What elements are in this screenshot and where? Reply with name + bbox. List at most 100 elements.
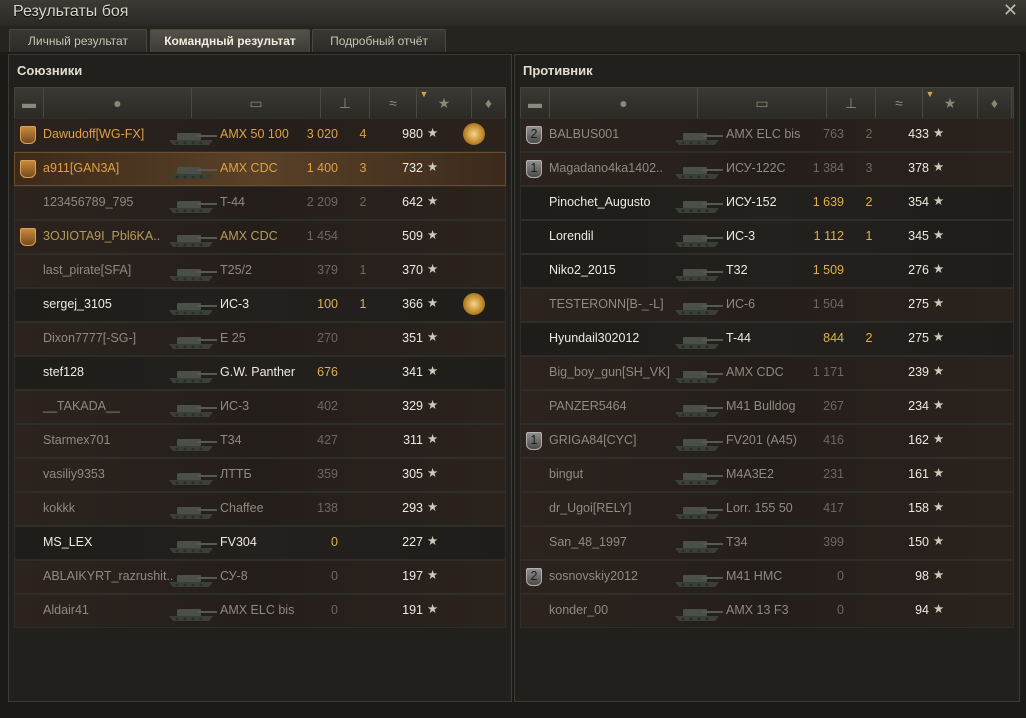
table-row[interactable]: ABLAIKYRT_razrushit.. СУ-8 0 197 ★ [14,560,506,594]
table-row[interactable]: PANZER5464 M41 Bulldog 267 234 ★ [520,390,1014,424]
xp-value: 329 [402,399,423,413]
table-row[interactable]: 1 Magadano4ka1402.. ИСУ-122С 1 384 3 378 ★ [520,152,1014,186]
table-row[interactable]: kokkk Chaffee 138 293 ★ [14,492,506,526]
table-row[interactable]: bingut M4A3E2 231 161 ★ [520,458,1014,492]
star-icon: ★ [427,228,439,242]
tank-icon [163,292,219,318]
table-row[interactable]: stef128 G.W. Panther 676 341 ★ [14,356,506,390]
table-row[interactable]: Hyundail302012 T-44 844 2 275 ★ [520,322,1014,356]
star-icon: ★ [427,296,439,310]
medal-header-icon[interactable]: ♦ [978,88,1011,118]
table-row[interactable]: Big_boy_gun[SH_VK] AMX CDC 1 171 239 ★ [520,356,1014,390]
xp-value: 509 [402,229,423,243]
table-row[interactable]: 2 BALBUS001 AMX ELC bis 763 2 433 ★ [520,118,1014,152]
medal-icon[interactable] [463,123,485,145]
star-icon: ★ [933,568,945,582]
tank-icon [163,564,219,590]
player-name: Starmex701 [43,433,111,447]
xp-value: 732 [402,161,423,175]
tank-name: ИС-3 [220,297,250,311]
table-row[interactable]: Dixon7777[-SG-] E 25 270 351 ★ [14,322,506,356]
table-row[interactable]: konder_00 AMX 13 F3 0 94 ★ [520,594,1014,628]
enemies-panel: Противник ▬ ● ▭ ⊥ ≈ ★ ♦ ▼ 2 BALBUS001 AMX ELC bis… [514,54,1020,702]
tab-detailed-report[interactable]: Подробный отчёт [312,29,446,52]
table-row[interactable]: 1 GRIGA84[CYC] FV201 (A45) 416 162 ★ [520,424,1014,458]
tank-name: ИСУ-122С [726,161,786,175]
table-row[interactable]: Dawudoff[WG-FX] AMX 50 100 3 020 4 980 ★ [14,118,506,152]
medal-header-icon[interactable]: ♦ [472,88,505,118]
table-row[interactable]: MS_LEX FV304 0 227 ★ [14,526,506,560]
table-row[interactable]: Starmex701 T34 427 311 ★ [14,424,506,458]
star-icon: ★ [427,432,439,446]
tank-icon [669,258,725,284]
table-row[interactable]: Aldair41 AMX ELC bis 0 191 ★ [14,594,506,628]
platoon-header-icon[interactable]: ▬ [15,88,43,118]
xp-value: 234 [908,399,929,413]
tab-personal-result[interactable]: Личный результат [9,29,147,52]
tank-name: T34 [726,535,748,549]
damage-value: 417 [823,501,844,515]
xp-value: 354 [908,195,929,209]
platoon-icon: 2 [526,568,542,586]
tab-team-result[interactable]: Командный результат [150,29,310,52]
star-icon: ★ [933,466,945,480]
star-icon: ★ [933,500,945,514]
kills-value: 2 [359,195,367,209]
star-icon: ★ [933,398,945,412]
kills-value: 2 [865,127,873,141]
player-name: Dixon7777[-SG-] [43,331,137,345]
tank-name: AMX ELC bis [220,603,295,617]
player-name: 3OJIOTA9I_Pbl6KA.. [43,229,161,243]
damage-value: 0 [837,603,844,617]
tank-icon [669,360,725,386]
damage-value: 3 020 [306,127,338,141]
table-row[interactable]: 123456789_795 T-44 2 209 2 642 ★ [14,186,506,220]
table-row[interactable]: dr_Ugoi[RELY] Lorr. 155 50 417 158 ★ [520,492,1014,526]
player-name: MS_LEX [43,535,93,549]
kills-header-icon[interactable]: ≈ [876,88,922,118]
table-row[interactable]: last_pirate[SFA] T25/2 379 1 370 ★ [14,254,506,288]
star-icon: ★ [427,262,439,276]
table-row[interactable]: TESTERONN[B-_-L] ИС-6 1 504 275 ★ [520,288,1014,322]
xp-value: 370 [402,263,423,277]
damage-header-icon[interactable]: ⊥ [827,88,875,118]
star-icon: ★ [427,602,439,616]
damage-header-icon[interactable]: ⊥ [321,88,369,118]
damage-value: 138 [317,501,338,515]
table-row[interactable]: __TAKADA__ ИС-3 402 329 ★ [14,390,506,424]
table-row[interactable]: Lorendil ИС-3 1 112 1 345 ★ [520,220,1014,254]
tank-name: ИС-6 [726,297,756,311]
table-row[interactable]: San_48_1997 T34 399 150 ★ [520,526,1014,560]
player-name: Lorendil [549,229,594,243]
player-name: Dawudoff[WG-FX] [43,127,145,141]
xp-value: 275 [908,297,929,311]
tank-name: T25/2 [220,263,252,277]
table-row[interactable]: Niko2_2015 T32 1 509 276 ★ [520,254,1014,288]
tank-icon [163,326,219,352]
tank-name: T-44 [726,331,752,345]
damage-value: 0 [331,569,338,583]
tank-name: FV304 [220,535,257,549]
kills-value: 2 [865,195,873,209]
player-name: GRIGA84[CYC] [549,433,637,447]
damage-value: 1 639 [812,195,844,209]
kills-header-icon[interactable]: ≈ [370,88,416,118]
player-header-icon[interactable]: ● [44,88,191,118]
player-name: a911[GAN3A] [43,161,120,175]
tank-header-icon[interactable]: ▭ [698,88,826,118]
tank-header-icon[interactable]: ▭ [192,88,320,118]
table-row[interactable]: Pinochet_Augusto ИСУ-152 1 639 2 354 ★ [520,186,1014,220]
table-row[interactable]: sergej_3105 ИС-3 100 1 366 ★ [14,288,506,322]
close-icon[interactable]: ✕ [1003,0,1018,21]
table-row[interactable]: a911[GAN3A] AMX CDC 1 400 3 732 ★ [14,152,506,186]
medal-icon[interactable] [463,293,485,315]
table-row[interactable]: 2 sosnovskiy2012 M41 HMC 0 98 ★ [520,560,1014,594]
table-row[interactable]: 3OJIOTA9I_Pbl6KA.. AMX CDC 1 454 509 ★ [14,220,506,254]
tab-bar: Личный результат Командный результат Под… [0,26,1026,52]
player-header-icon[interactable]: ● [550,88,697,118]
tank-icon [669,224,725,250]
table-row[interactable]: vasiliy9353 ЛТТБ 359 305 ★ [14,458,506,492]
platoon-header-icon[interactable]: ▬ [521,88,549,118]
tank-name: T32 [726,263,748,277]
kills-value: 4 [359,127,367,141]
